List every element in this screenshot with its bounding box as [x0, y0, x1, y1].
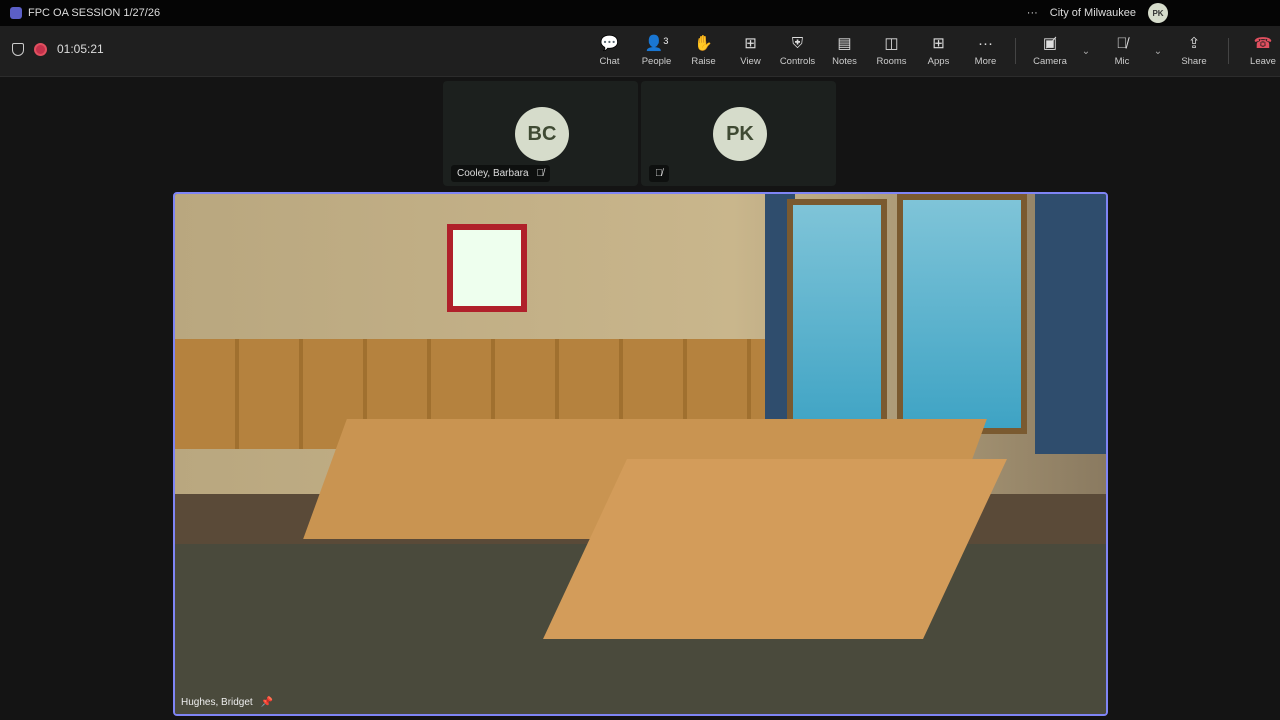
hand-icon: ✋: [694, 35, 713, 52]
people-button[interactable]: 👤³ People: [633, 26, 680, 76]
user-avatar[interactable]: PK: [1148, 3, 1168, 23]
camera-button[interactable]: ▣̸ Camera: [1022, 26, 1078, 76]
notes-label: Notes: [832, 56, 857, 67]
camera-options-chevron[interactable]: ⌄: [1078, 26, 1094, 76]
chat-icon: 💬: [600, 35, 619, 52]
leave-button[interactable]: ☎ Leave: [1235, 26, 1280, 76]
chat-label: Chat: [599, 56, 620, 67]
rooms-label: Rooms: [876, 56, 907, 67]
participant-tile[interactable]: PK 🎙̸: [641, 81, 836, 186]
mic-muted-icon: 🎙̸: [536, 168, 545, 179]
meeting-title: FPC OA SESSION 1/27/26: [28, 7, 161, 19]
raise-label: Raise: [691, 56, 716, 67]
teams-icon: [10, 7, 22, 19]
apps-label: Apps: [927, 56, 950, 67]
video-framed-seal: [447, 224, 527, 312]
controls-label: Controls: [779, 56, 816, 67]
avatar: BC: [515, 107, 569, 161]
shield-gear-icon: ⛨: [791, 35, 804, 52]
notes-icon: ▤: [837, 35, 852, 52]
main-video-stage[interactable]: Hughes, Bridget 📌: [173, 192, 1108, 716]
more-options-button[interactable]: ···: [1027, 7, 1038, 19]
ellipsis-icon: ···: [978, 35, 993, 52]
video-window: [787, 199, 887, 439]
meeting-toolbar: 01:05:21 💬 Chat 👤³ People ✋ Raise ⊞ View ⛨ Co…: [0, 26, 1280, 77]
mic-label: Mic: [1114, 56, 1130, 67]
leave-label: Leave: [1250, 56, 1276, 67]
view-button[interactable]: ⊞ View: [727, 26, 774, 76]
controls-button[interactable]: ⛨ Controls: [774, 26, 821, 76]
chat-button[interactable]: 💬 Chat: [586, 26, 633, 76]
view-label: View: [740, 56, 761, 67]
mic-off-icon: 🎙̸: [1116, 35, 1128, 52]
share-label: Share: [1181, 56, 1207, 67]
apps-button[interactable]: ⊞ Apps: [915, 26, 962, 76]
people-icon: 👤³: [644, 35, 669, 52]
notes-button[interactable]: ▤ Notes: [821, 26, 868, 76]
plus-box-icon: ⊞: [932, 35, 945, 52]
participant-tile[interactable]: BC Cooley, Barbara 🎙̸: [443, 81, 638, 186]
org-name: City of Milwaukee: [1049, 7, 1136, 19]
more-label: More: [974, 56, 997, 67]
video-window: [897, 194, 1027, 434]
rooms-icon: ◫: [884, 35, 899, 52]
more-button[interactable]: ··· More: [962, 26, 1009, 76]
shield-icon[interactable]: [12, 42, 24, 56]
mic-muted-icon: 🎙̸: [655, 168, 663, 179]
avatar: PK: [713, 107, 767, 161]
video-curtain: [1035, 194, 1106, 454]
grid-icon: ⊞: [744, 35, 757, 52]
camera-label: Camera: [1033, 56, 1067, 67]
recording-icon: [34, 42, 47, 56]
share-button[interactable]: ⇪ Share: [1166, 26, 1222, 76]
camera-off-icon: ▣̸: [1042, 35, 1058, 52]
title-bar: FPC OA SESSION 1/27/26 ··· City of Milwa…: [0, 0, 1280, 26]
participant-name: Cooley, Barbara: [457, 168, 529, 179]
raise-hand-button[interactable]: ✋ Raise: [680, 26, 727, 76]
mic-button[interactable]: 🎙̸ Mic: [1094, 26, 1150, 76]
hang-up-icon: ☎: [1253, 35, 1273, 52]
divider: [1015, 38, 1016, 64]
pin-icon[interactable]: 📌: [261, 697, 273, 708]
meeting-timer: 01:05:21: [57, 42, 104, 56]
speaker-name: Hughes, Bridget: [181, 697, 253, 708]
divider: [1228, 38, 1229, 64]
people-label: People: [641, 56, 672, 67]
mic-options-chevron[interactable]: ⌄: [1150, 26, 1166, 76]
rooms-button[interactable]: ◫ Rooms: [868, 26, 915, 76]
share-icon: ⇪: [1187, 35, 1201, 52]
